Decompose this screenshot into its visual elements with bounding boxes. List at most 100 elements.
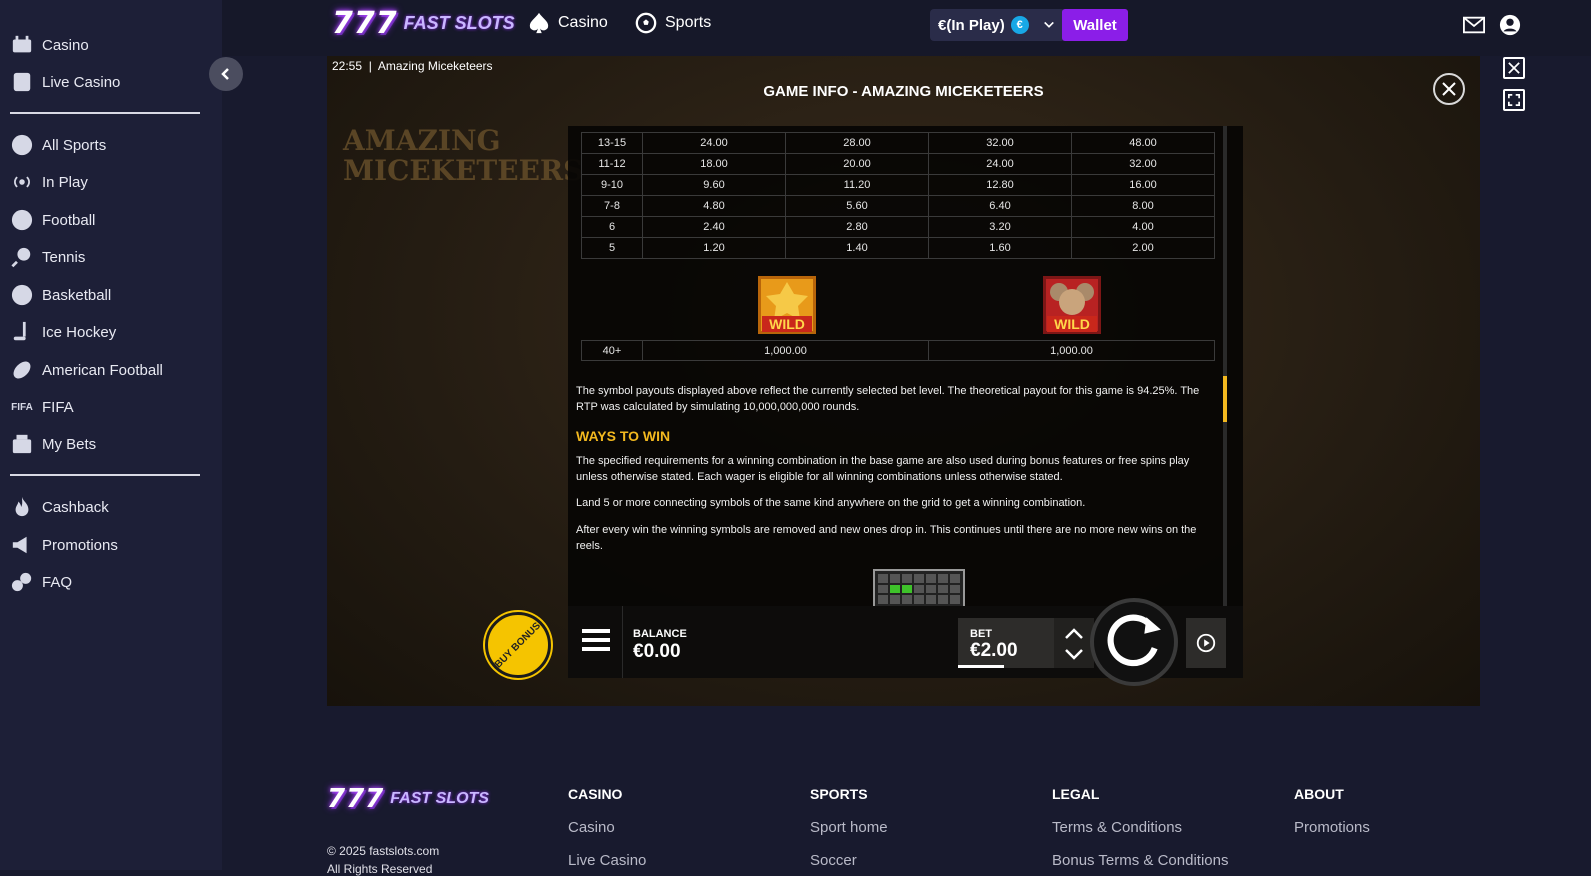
table-row: 5 1.20 1.40 1.60 2.00 [581,237,1215,259]
sidebar-collapse-button[interactable] [209,57,243,91]
bet-value: €2.00 [970,640,1018,661]
my-bets-icon [10,432,34,456]
sidebar-item-in-play[interactable]: In Play [10,167,88,197]
tennis-icon [10,245,34,269]
table-cell: 12.80 [928,174,1072,196]
site-logo[interactable]: 777 FAST SLOTS [332,6,515,41]
nav-casino[interactable]: Casino [528,12,608,34]
sidebar-item-all-sports[interactable]: All Sports [10,130,106,160]
sidebar-item-promotions[interactable]: Promotions [10,530,118,560]
ways-paragraph-2: Land 5 or more connecting symbols of the… [576,497,1086,509]
top-bar: 777 FAST SLOTS Casino Sports €(In Play) … [222,0,1591,56]
table-cell: 11.20 [785,174,929,196]
bet-stepper[interactable] [1054,618,1094,668]
flame-icon [10,495,34,519]
sidebar-item-tennis[interactable]: Tennis [10,242,85,272]
chevron-down-icon[interactable] [1064,648,1084,662]
nav-sports-label: Sports [665,14,712,31]
table-row: 13-15 24.00 28.00 32.00 48.00 [581,132,1215,154]
table-cell: 18.00 [642,153,786,175]
broadcast-icon [10,170,34,194]
sidebar-item-football[interactable]: Football [10,205,95,235]
sidebar-item-fifa[interactable]: FIFA FIFA [10,392,74,422]
sidebar-item-label: FAQ [42,573,73,591]
chevron-up-icon[interactable] [1064,626,1084,640]
mail-icon[interactable] [1463,14,1485,36]
game-background-title: AMAZING MICEKETEERS [343,124,584,187]
paytable: 13-15 24.00 28.00 32.00 48.00 11-12 18.00 20.00… [581,132,1215,259]
footer-heading-about: ABOUT [1294,786,1344,802]
footer-link-terms[interactable]: Terms & Conditions [1052,819,1182,836]
footer-logo-brand: FAST SLOTS [390,790,489,807]
table-cell: 9-10 [581,174,643,196]
football-icon [10,208,34,232]
wild-paytable: 40+ 1,000.00 1,000.00 [581,340,1215,361]
chevron-down-icon [1043,21,1054,28]
footer-link-live-casino[interactable]: Live Casino [568,852,646,869]
info-scrollbar[interactable] [1223,126,1227,606]
footer-link-casino[interactable]: Casino [568,819,615,836]
table-row: 7-8 4.80 5.60 6.40 8.00 [581,195,1215,217]
sidebar-item-label: Cashback [42,498,109,516]
footer-link-promotions[interactable]: Promotions [1294,819,1370,836]
footer-link-sport-home[interactable]: Sport home [810,819,888,836]
footer-logo-777: 777 [327,784,385,814]
game-frame[interactable]: AMAZING MICEKETEERS 22:55 | Amazing Mice… [327,56,1480,706]
game-info-title: GAME INFO - AMAZING MICEKETEERS [763,83,1044,100]
balance-selector[interactable]: €(In Play) € [930,9,1065,41]
game-info-panel[interactable]: 13-15 24.00 28.00 32.00 48.00 11-12 18.00 20.00… [568,126,1243,606]
bet-label: BET [970,628,992,640]
footer-logo[interactable]: 777 FAST SLOTS [327,784,489,814]
sidebar-item-american-football[interactable]: American Football [10,355,163,385]
table-cell: 2.40 [642,216,786,238]
sidebar-item-label: Ice Hockey [42,323,117,341]
sidebar-item-basketball[interactable]: Basketball [10,280,111,310]
svg-text:WILD: WILD [1054,316,1090,332]
footer-link-bonus-terms[interactable]: Bonus Terms & Conditions [1052,852,1228,869]
buy-bonus-button[interactable]: BUY BONUS [485,612,551,678]
close-icon [1442,82,1456,96]
fifa-icon: FIFA [11,401,33,413]
table-cell: 24.00 [928,153,1072,175]
table-row: 6 2.40 2.80 3.20 4.00 [581,216,1215,238]
menu-icon[interactable] [582,629,610,653]
chevron-left-icon [221,68,229,80]
sidebar-item-casino[interactable]: Casino [10,30,89,60]
table-cell: 8.00 [1071,195,1215,217]
table-row: 9-10 9.60 11.20 12.80 16.00 [581,174,1215,196]
balance-label: €(In Play) [938,16,1005,34]
sidebar-item-ice-hockey[interactable]: Ice Hockey [10,317,116,347]
sidebar-item-label: Promotions [42,536,118,554]
fullscreen-button[interactable] [1503,89,1525,111]
megaphone-icon [10,533,34,557]
game-info-close-button[interactable] [1433,73,1465,105]
sidebar-item-label: All Sports [42,136,107,154]
nav-sports[interactable]: Sports [635,12,711,34]
footer-link-soccer[interactable]: Soccer [810,852,857,869]
sidebar-item-label: Football [42,211,96,229]
table-row: 40+ 1,000.00 1,000.00 [581,340,1215,361]
sidebar-item-cashback[interactable]: Cashback [10,492,109,522]
bet-display[interactable]: BET €2.00 [958,618,1054,668]
sidebar-item-live-casino[interactable]: Live Casino [10,67,120,97]
table-cell: 9.60 [642,174,786,196]
close-game-button[interactable] [1503,57,1525,79]
sidebar-item-my-bets[interactable]: My Bets [10,429,96,459]
logo-777: 777 [332,6,398,41]
game-clock-title: 22:55 | Amazing Miceketeers [332,59,493,73]
rtp-paragraph: The symbol payouts displayed above refle… [576,385,1200,413]
spin-button[interactable] [1090,598,1178,686]
scroll-thumb[interactable] [1223,376,1227,422]
sidebar-item-label: Live Casino [42,73,121,91]
table-cell: 6 [581,216,643,238]
autoplay-button[interactable] [1186,618,1226,668]
table-cell: 13-15 [581,132,643,154]
wallet-button[interactable]: Wallet [1062,9,1128,41]
currency-badge: € [1010,16,1029,34]
table-cell: 1.20 [642,237,786,259]
user-icon[interactable] [1499,14,1521,36]
autoplay-icon [1196,633,1216,653]
svg-text:WILD: WILD [769,316,805,332]
sidebar-divider [10,474,200,476]
sidebar-item-faq[interactable]: FAQ [10,567,72,597]
